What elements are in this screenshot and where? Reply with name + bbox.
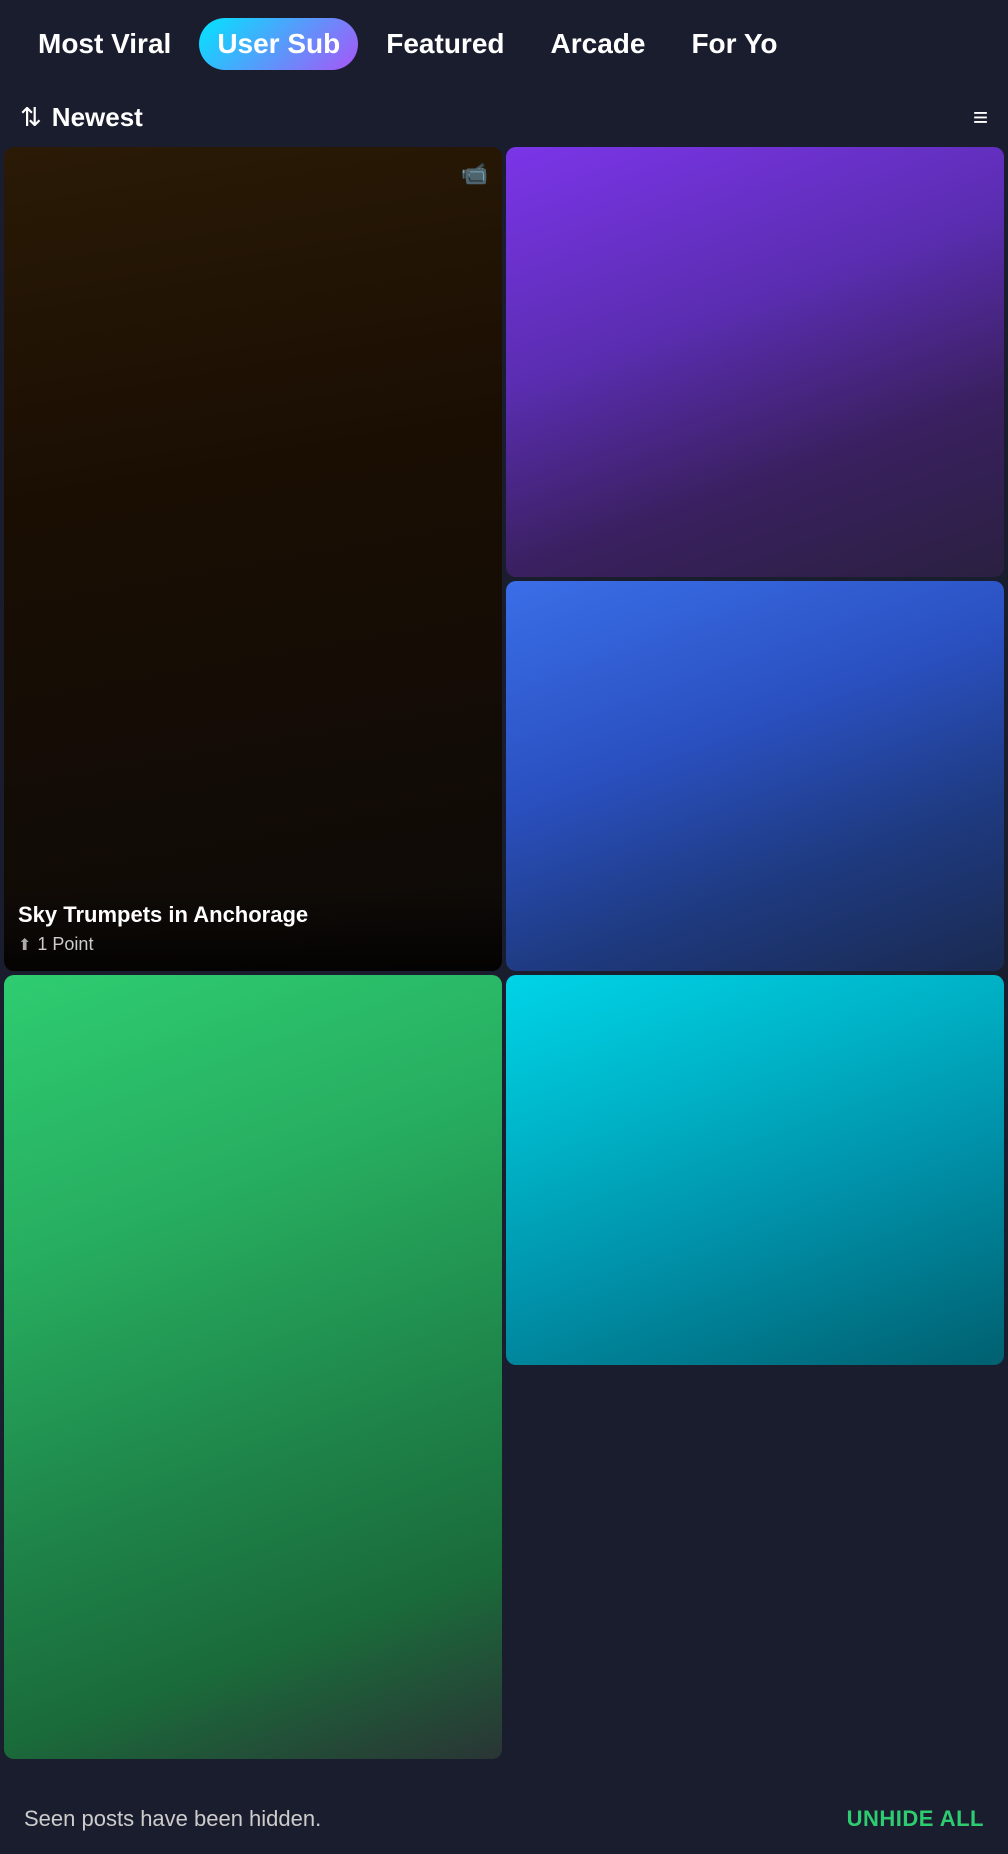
seen-posts-text: Seen posts have been hidden. xyxy=(24,1806,321,1832)
nav-user-sub[interactable]: User Sub xyxy=(199,18,358,70)
sort-label[interactable]: Newest xyxy=(52,102,143,133)
card-image-2 xyxy=(506,147,1004,577)
points-value-1: 1 Point xyxy=(37,934,93,955)
sort-left-group: ⇅ Newest xyxy=(20,102,143,133)
nav-for-you[interactable]: For Yo xyxy=(673,18,795,70)
sort-bar: ⇅ Newest ≡ xyxy=(0,88,1008,147)
content-grid-wrapper: 📹 Sky Trumpets in Anchorage ⬆ 1 Point xyxy=(0,147,1008,1769)
card-points-1: ⬆ 1 Point xyxy=(18,934,488,955)
content-grid: 📹 Sky Trumpets in Anchorage ⬆ 1 Point xyxy=(0,147,1008,1759)
card-image-5 xyxy=(506,975,1004,1365)
sort-arrows-icon[interactable]: ⇅ xyxy=(20,102,42,133)
card-overlay-1: Sky Trumpets in Anchorage ⬆ 1 Point xyxy=(4,888,502,971)
video-icon: 📹 xyxy=(461,161,488,187)
points-arrow-icon: ⬆ xyxy=(18,935,31,955)
nav-arcade[interactable]: Arcade xyxy=(533,18,664,70)
card-image-1 xyxy=(4,147,502,971)
nav-featured[interactable]: Featured xyxy=(368,18,522,70)
post-card-4[interactable] xyxy=(4,975,502,1759)
post-card-3[interactable] xyxy=(506,581,1004,971)
post-card-2[interactable] xyxy=(506,147,1004,577)
nav-most-viral[interactable]: Most Viral xyxy=(20,18,189,70)
card-title-1: Sky Trumpets in Anchorage xyxy=(18,902,488,928)
post-card-5[interactable] xyxy=(506,975,1004,1365)
filter-icon[interactable]: ≡ xyxy=(973,102,988,133)
unhide-all-button[interactable]: UNHIDE ALL xyxy=(847,1806,984,1832)
card-image-4 xyxy=(4,975,502,1759)
post-card-1[interactable]: 📹 Sky Trumpets in Anchorage ⬆ 1 Point xyxy=(4,147,502,971)
bottom-bar: Seen posts have been hidden. UNHIDE ALL xyxy=(0,1784,1008,1854)
top-navigation: Most Viral User Sub Featured Arcade For … xyxy=(0,0,1008,88)
card-image-3 xyxy=(506,581,1004,971)
